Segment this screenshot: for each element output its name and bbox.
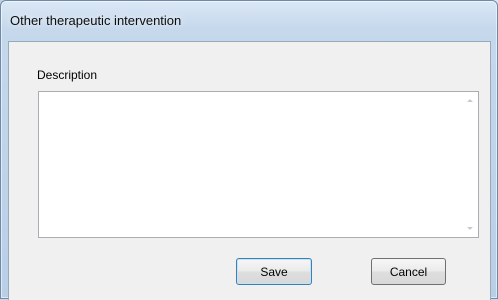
dialog-window: Other therapeutic intervention Descripti…: [0, 0, 498, 300]
description-field[interactable]: [39, 92, 462, 237]
description-scrollbar[interactable]: [461, 92, 478, 237]
save-button[interactable]: Save: [236, 258, 312, 285]
dialog-titlebar[interactable]: Other therapeutic intervention: [1, 1, 497, 41]
dialog-title: Other therapeutic intervention: [10, 13, 182, 28]
cancel-button[interactable]: Cancel: [371, 258, 446, 285]
scroll-up-arrow-icon[interactable]: [461, 92, 478, 109]
save-button-label: Save: [260, 264, 288, 279]
description-field-container: [38, 91, 479, 238]
cancel-button-label: Cancel: [389, 264, 428, 279]
dialog-client-area: Description Save Cancel: [8, 41, 491, 300]
scroll-down-arrow-icon[interactable]: [461, 220, 478, 237]
description-label: Description: [37, 68, 98, 82]
